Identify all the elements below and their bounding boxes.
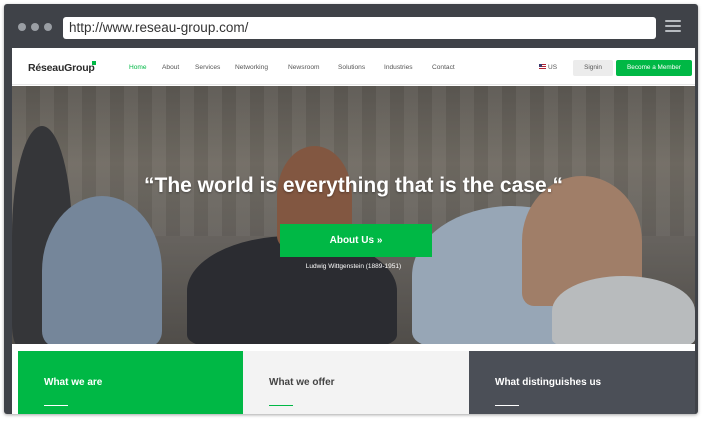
feature-cards: What we are What we offer What distingui… — [12, 348, 695, 414]
nav-solutions[interactable]: Solutions — [338, 64, 365, 71]
about-us-button[interactable]: About Us » — [280, 224, 432, 257]
card-what-we-offer[interactable]: What we offer — [243, 351, 469, 414]
card-title: What distinguishes us — [495, 377, 602, 388]
logo-mark — [92, 61, 96, 65]
language-selector[interactable]: US — [539, 64, 557, 71]
browser-toolbar: http://www.reseau-group.com/ — [4, 4, 698, 46]
language-label: US — [548, 64, 558, 71]
hero-quote: “The world is everything that is the cas… — [144, 174, 563, 197]
card-title: What we are — [44, 377, 103, 388]
website: RéseauGroup Home About Services Networki… — [12, 48, 695, 414]
become-member-button[interactable]: Become a Member — [616, 60, 692, 76]
card-what-we-are[interactable]: What we are — [18, 351, 243, 414]
nav-services[interactable]: Services — [195, 64, 220, 71]
window-dot[interactable] — [44, 23, 52, 31]
signin-button[interactable]: Signin — [573, 60, 613, 76]
site-logo[interactable]: RéseauGroup — [28, 62, 95, 74]
card-what-distinguishes-us[interactable]: What distinguishes us — [469, 351, 695, 414]
nav-industries[interactable]: Industries — [384, 64, 413, 71]
nav-contact[interactable]: Contact — [432, 64, 455, 71]
menu-icon[interactable] — [665, 19, 681, 33]
nav-networking[interactable]: Networking — [235, 64, 268, 71]
browser-window: http://www.reseau-group.com/ RéseauGroup… — [4, 4, 698, 414]
card-title: What we offer — [269, 377, 335, 388]
card-underline — [495, 405, 519, 406]
nav-about[interactable]: About — [162, 64, 179, 71]
quote-author: Ludwig Wittgenstein (1889-1951) — [305, 263, 402, 270]
card-underline — [269, 405, 293, 406]
hero-banner: “The world is everything that is the cas… — [12, 86, 695, 344]
us-flag-icon — [539, 64, 546, 69]
window-dot[interactable] — [18, 23, 26, 31]
window-dot[interactable] — [31, 23, 39, 31]
nav-newsroom[interactable]: Newsroom — [288, 64, 320, 71]
card-underline — [44, 405, 68, 406]
address-bar[interactable]: http://www.reseau-group.com/ — [63, 17, 656, 39]
hero-overlay — [12, 86, 695, 344]
site-header: RéseauGroup Home About Services Networki… — [12, 48, 695, 85]
nav-home[interactable]: Home — [129, 64, 147, 71]
